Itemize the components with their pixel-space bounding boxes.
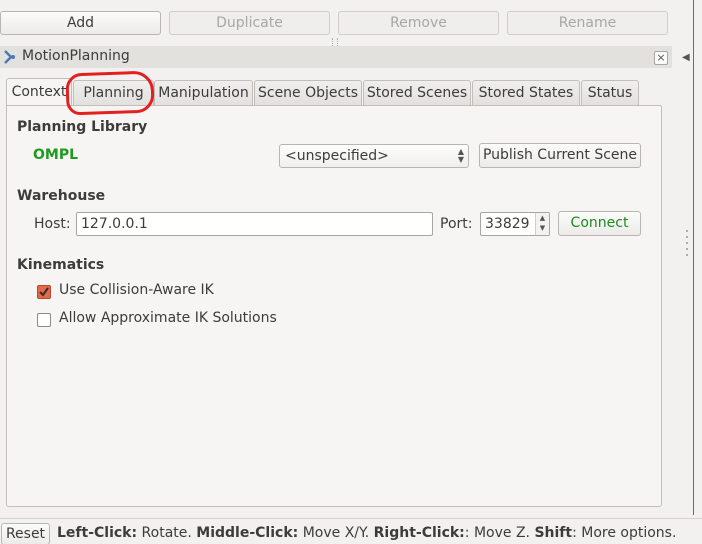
tab-scene-objects[interactable]: Scene Objects bbox=[254, 80, 362, 106]
dock-title: MotionPlanning bbox=[22, 48, 130, 64]
dock-title-bar[interactable]: MotionPlanning bbox=[0, 46, 672, 68]
tab-stored-scenes[interactable]: Stored Scenes bbox=[363, 80, 471, 106]
hint-part: Left-Click: bbox=[57, 525, 138, 541]
checkmark-icon bbox=[39, 287, 49, 297]
rename-button[interactable]: Rename bbox=[507, 11, 668, 35]
approximate-ik-label[interactable]: Allow Approximate IK Solutions bbox=[59, 310, 277, 326]
close-icon[interactable]: × bbox=[654, 51, 668, 65]
warehouse-heading: Warehouse bbox=[17, 188, 106, 204]
splitter-handle[interactable] bbox=[332, 38, 338, 46]
collision-aware-ik-checkbox[interactable] bbox=[37, 285, 51, 299]
window-edge bbox=[693, 0, 694, 515]
tab-status[interactable]: Status bbox=[581, 80, 639, 106]
kinematics-heading: Kinematics bbox=[17, 257, 105, 273]
hint-part: Right-Click: bbox=[373, 525, 465, 541]
hint-part: Move X/Y. bbox=[298, 525, 374, 541]
spin-arrows-icon[interactable]: ▲ ▼ bbox=[535, 213, 549, 235]
tab-stored-states[interactable]: Stored States bbox=[472, 80, 580, 106]
approximate-ik-checkbox[interactable] bbox=[37, 313, 51, 327]
highlight-annotation bbox=[65, 70, 155, 116]
add-button[interactable]: Add bbox=[0, 11, 161, 35]
collision-aware-ik-label[interactable]: Use Collision-Aware IK bbox=[59, 282, 214, 298]
updown-arrow-icon: ▲ ▼ bbox=[457, 147, 464, 164]
remove-button[interactable]: Remove bbox=[338, 11, 499, 35]
connect-button[interactable]: Connect bbox=[558, 211, 641, 236]
planner-select[interactable]: <unspecified> ▲ ▼ bbox=[279, 144, 469, 168]
host-label: Host: bbox=[34, 216, 71, 232]
hint-part: Shift bbox=[534, 525, 573, 541]
planning-library-name: OMPL bbox=[33, 147, 79, 163]
tab-manipulation[interactable]: Manipulation bbox=[154, 80, 253, 106]
hint-part: Middle-Click: bbox=[196, 525, 299, 541]
port-label: Port: bbox=[440, 216, 473, 232]
planner-select-value: <unspecified> bbox=[285, 148, 389, 164]
hint-part: : Move Z. bbox=[464, 525, 535, 541]
planning-library-heading: Planning Library bbox=[17, 119, 148, 135]
hint-part: : More options. bbox=[572, 525, 677, 541]
reset-button[interactable]: Reset bbox=[1, 523, 50, 544]
motion-planning-icon bbox=[4, 50, 15, 64]
splitter-grip-vertical[interactable] bbox=[684, 0, 690, 515]
hint-part: Rotate. bbox=[137, 525, 197, 541]
duplicate-button[interactable]: Duplicate bbox=[169, 11, 330, 35]
display-toolbar: Add Duplicate Remove Rename bbox=[0, 0, 702, 46]
port-value: 33829 bbox=[485, 216, 530, 232]
publish-scene-button[interactable]: Publish Current Scene bbox=[479, 143, 641, 168]
host-input[interactable]: 127.0.0.1 bbox=[76, 212, 433, 236]
mouse-hint-text: Left-Click: Rotate. Middle-Click: Move X… bbox=[57, 525, 676, 541]
tab-context[interactable]: Context bbox=[6, 78, 72, 107]
port-spinbox[interactable]: 33829 ▲ ▼ bbox=[480, 212, 550, 236]
status-bar: Reset Left-Click: Rotate. Middle-Click: … bbox=[0, 518, 702, 544]
rviz-window: Add Duplicate Remove Rename MotionPlanni… bbox=[0, 0, 702, 544]
